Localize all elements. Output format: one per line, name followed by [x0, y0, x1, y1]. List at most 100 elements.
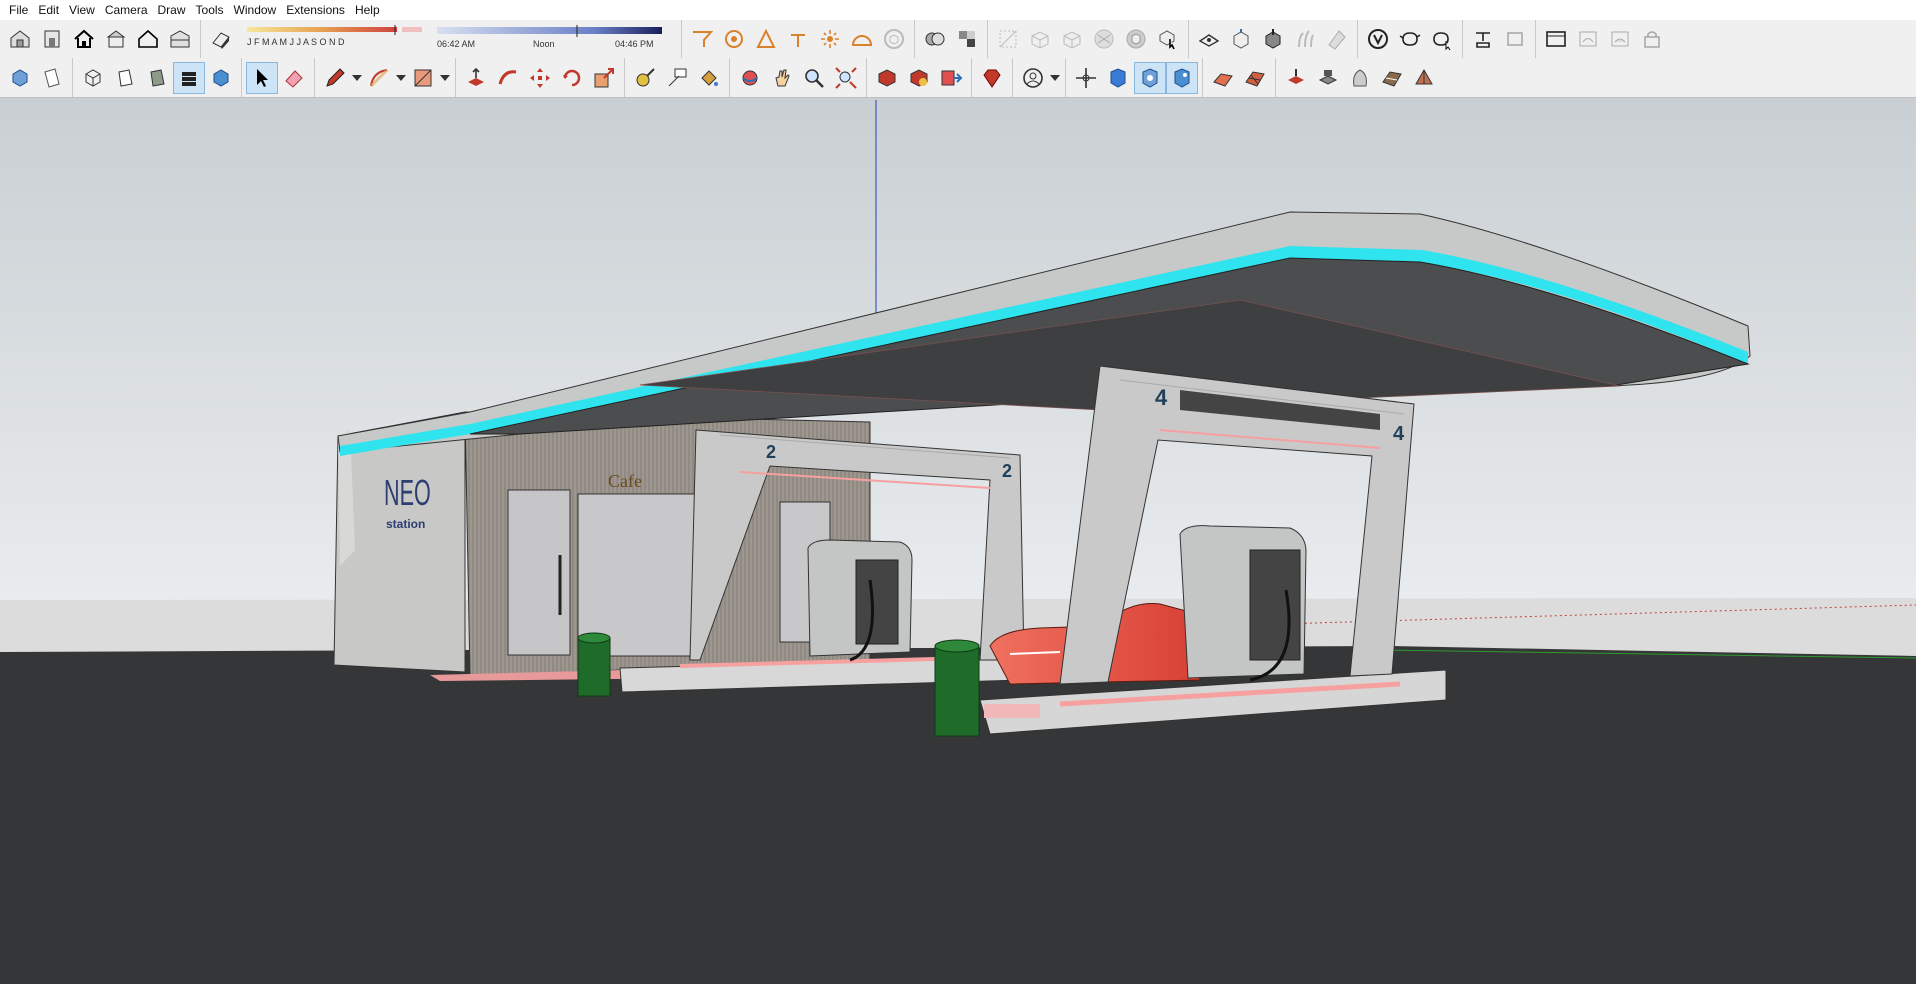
move-icon[interactable] [524, 62, 556, 94]
warehouse-tools-toolbar [867, 58, 972, 97]
wireframe-icon[interactable] [1166, 61, 1198, 94]
arc-tool-icon[interactable] [363, 62, 395, 94]
extension-warehouse-icon[interactable] [903, 62, 935, 94]
follow-me-icon[interactable] [492, 62, 524, 94]
stamp-icon[interactable] [1280, 62, 1312, 94]
tape-measure-icon[interactable] [629, 62, 661, 94]
light-icon[interactable] [814, 23, 846, 55]
layer-icon[interactable] [919, 23, 951, 55]
house-outline-icon[interactable] [132, 23, 164, 55]
pencil-dropdown-icon[interactable] [351, 62, 363, 94]
model-viewport[interactable]: Cafe NEO station 2 2 4 4 [0, 98, 1916, 984]
sun-icon[interactable] [782, 23, 814, 55]
text-tool-icon[interactable] [718, 23, 750, 55]
monochrome-icon[interactable] [205, 62, 237, 94]
lock-icon[interactable] [1636, 23, 1668, 55]
box-up-icon[interactable] [1225, 23, 1257, 55]
hidden-line-icon[interactable] [109, 62, 141, 94]
face-style-5-icon[interactable] [1120, 23, 1152, 55]
drape-icon[interactable] [1312, 62, 1344, 94]
cafe-sign: Cafe [608, 471, 642, 491]
axes-icon[interactable] [1070, 62, 1102, 94]
dimension-icon[interactable] [661, 62, 693, 94]
rectangle-icon[interactable] [407, 62, 439, 94]
warehouse-3d-icon[interactable] [871, 62, 903, 94]
month-slider[interactable]: J F M A M J J A S O N D [247, 25, 427, 53]
box-down-icon[interactable] [1257, 23, 1289, 55]
menu-extensions[interactable]: Extensions [281, 0, 350, 20]
shaded-icon[interactable] [141, 62, 173, 94]
x-ray-icon[interactable] [1102, 62, 1134, 94]
time-slider[interactable]: 06:42 AM Noon 04:46 PM [437, 25, 667, 53]
warehouse-icon[interactable] [1193, 23, 1225, 55]
zoom-icon[interactable] [798, 62, 830, 94]
front-view-icon[interactable] [36, 23, 68, 55]
top-view-icon[interactable] [100, 23, 132, 55]
component-icon[interactable] [951, 23, 983, 55]
account-dropdown-icon[interactable] [1049, 62, 1061, 94]
dome-light-icon[interactable] [846, 23, 878, 55]
render-alt-icon[interactable] [1604, 23, 1636, 55]
month-labels: J F M A M J J A S O N D [247, 37, 345, 47]
orbit-icon[interactable] [734, 62, 766, 94]
arc-dropdown-icon[interactable] [395, 62, 407, 94]
arc-icon[interactable] [750, 23, 782, 55]
iso-cube-icon[interactable] [4, 62, 36, 94]
rectangle-dropdown-icon[interactable] [439, 62, 451, 94]
menu-draw[interactable]: Draw [153, 0, 191, 20]
face-style-3-icon[interactable] [1056, 23, 1088, 55]
interact-icon[interactable] [1152, 23, 1184, 55]
section-plane-icon[interactable] [686, 23, 718, 55]
menu-tools[interactable]: Tools [191, 0, 229, 20]
push-pull-icon[interactable] [460, 62, 492, 94]
zoom-extents-icon[interactable] [830, 62, 862, 94]
cube-icon[interactable] [878, 23, 910, 55]
pan-icon[interactable] [766, 62, 798, 94]
vray-icon[interactable] [1362, 23, 1394, 55]
menu-camera[interactable]: Camera [100, 0, 153, 20]
grid-icon[interactable] [1239, 62, 1271, 94]
iso-view-icon[interactable] [4, 23, 36, 55]
grass-icon[interactable] [1289, 23, 1321, 55]
flip-edge-icon[interactable] [1376, 62, 1408, 94]
light-off-icon[interactable] [1499, 23, 1531, 55]
back-edges-icon[interactable] [1134, 61, 1166, 94]
send-layout-icon[interactable] [935, 62, 967, 94]
teapot-hand-icon[interactable] [1426, 23, 1458, 55]
menu-edit[interactable]: Edit [33, 0, 64, 20]
menu-window[interactable]: Window [229, 0, 282, 20]
side-view-icon[interactable] [164, 23, 196, 55]
pump-number-right-b: 4 [1393, 423, 1405, 445]
paper-icon[interactable] [36, 62, 68, 94]
add-detail-icon[interactable] [1344, 62, 1376, 94]
scale-icon[interactable] [588, 62, 620, 94]
brand-title: NEO [384, 473, 431, 513]
menu-file[interactable]: File [4, 0, 33, 20]
shade-icon[interactable] [1321, 23, 1353, 55]
face-style-1-icon[interactable] [992, 23, 1024, 55]
textured-icon[interactable] [173, 61, 205, 94]
pencil-icon[interactable] [319, 62, 351, 94]
shadow-toggle-icon[interactable] [205, 23, 237, 55]
trash-bin-right [934, 639, 980, 737]
eraser-icon[interactable] [278, 62, 310, 94]
rotate-icon[interactable] [556, 62, 588, 94]
menu-view[interactable]: View [64, 0, 100, 20]
sandbox-icon[interactable] [1207, 62, 1239, 94]
face-style-2-icon[interactable] [1024, 23, 1056, 55]
ruby-icon[interactable] [976, 62, 1008, 94]
teapot-icon[interactable] [1394, 23, 1426, 55]
time-noon-label: Noon [533, 39, 555, 49]
render-toolbar [1463, 20, 1536, 58]
face-style-4-icon[interactable] [1088, 23, 1120, 55]
account-icon[interactable] [1017, 62, 1049, 94]
wire-cube-icon[interactable] [77, 62, 109, 94]
home-icon[interactable] [68, 23, 100, 55]
select-arrow-icon[interactable] [246, 61, 278, 94]
render-icon[interactable] [1572, 23, 1604, 55]
menu-help[interactable]: Help [350, 0, 385, 20]
paint-bucket-icon[interactable] [693, 62, 725, 94]
smoove-icon[interactable] [1408, 62, 1440, 94]
light-alt-icon[interactable] [1467, 23, 1499, 55]
window-icon[interactable] [1540, 23, 1572, 55]
